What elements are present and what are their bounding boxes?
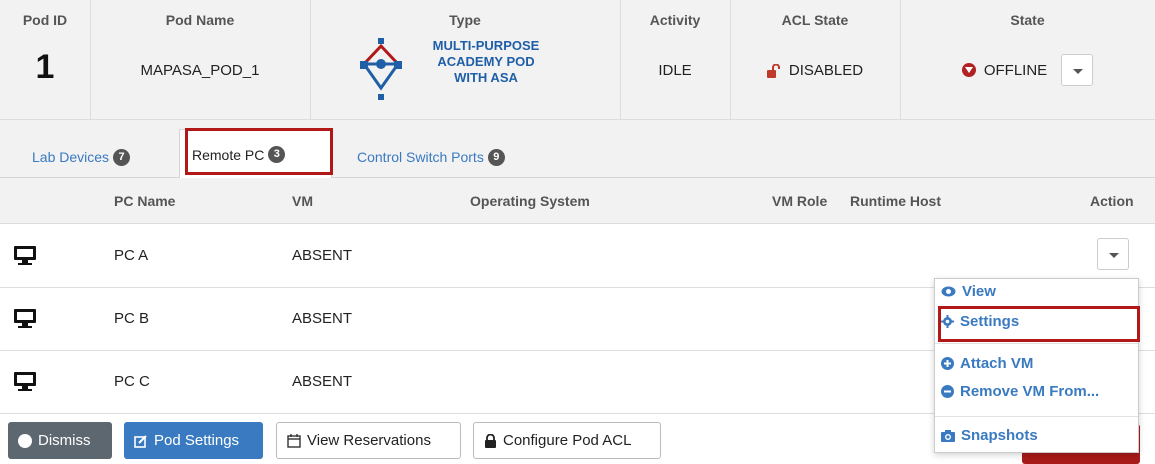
pod-settings-label: Pod Settings (154, 432, 240, 449)
menu-item-label: Snapshots (961, 427, 1038, 444)
pod-type-line: WITH ASA (454, 70, 518, 85)
vm-status: ABSENT (292, 310, 353, 327)
offline-icon (961, 63, 976, 77)
type-column: Type MULTI-PURPOSE ACADEMY POD WITH ASA (310, 0, 620, 120)
pod-type: MULTI-PURPOSE ACADEMY POD WITH ASA (360, 36, 570, 106)
tab-lab-devices[interactable]: Lab Devices 7 (20, 136, 142, 178)
desktop-icon (14, 246, 36, 266)
runtime-host-header: Runtime Host (850, 193, 941, 209)
minus-circle-icon (941, 385, 954, 398)
menu-item-view[interactable]: View (941, 283, 996, 300)
pod-id-column: Pod ID 1 (0, 0, 90, 120)
state-value: OFFLINE (961, 61, 1048, 79)
pc-name: PC B (114, 310, 150, 327)
settings-highlight-box (938, 306, 1140, 342)
configure-pod-acl-label: Configure Pod ACL (503, 432, 632, 449)
pc-table-header: PC Name VM Operating System VM Role Runt… (0, 178, 1155, 224)
pod-name-column: Pod Name MAPASA_POD_1 (90, 0, 310, 120)
unlock-icon (766, 63, 780, 78)
remote-pc-highlight-box (185, 128, 333, 175)
pc-name-header: PC Name (114, 193, 176, 209)
tab-control-switch-ports[interactable]: Control Switch Ports 9 (345, 136, 517, 178)
dismiss-button[interactable]: Dismiss (8, 422, 112, 459)
plus-circle-icon (941, 357, 954, 370)
acl-state-value: DISABLED (730, 62, 900, 82)
action-header: Action (1090, 193, 1134, 209)
pod-name-value: MAPASA_POD_1 (140, 62, 260, 79)
pc-name: PC A (114, 247, 149, 264)
calendar-icon (287, 433, 301, 448)
menu-item-remove-vm[interactable]: Remove VM From... (941, 383, 1099, 400)
tab-label: Lab Devices (32, 149, 110, 165)
view-reservations-label: View Reservations (307, 432, 431, 449)
desktop-icon (14, 372, 36, 392)
pod-id-header: Pod ID (22, 12, 68, 28)
menu-item-snapshots[interactable]: Snapshots (941, 427, 1038, 444)
type-header: Type (449, 12, 481, 28)
tab-count-badge: 7 (113, 148, 131, 166)
action-dropdown-menu: View Settings Attach VM Remove VM From..… (934, 278, 1139, 453)
menu-divider (935, 343, 1138, 344)
lock-icon (485, 433, 496, 448)
menu-item-attach-vm[interactable]: Attach VM (941, 355, 1033, 372)
state-header: State (1010, 12, 1045, 28)
pod-type-line: MULTI-PURPOSE (432, 38, 540, 53)
menu-item-label: Remove VM From... (960, 383, 1100, 400)
acl-state-column: ACL State DISABLED (730, 0, 900, 120)
pod-info-table: Pod ID 1 Pod Name MAPASA_POD_1 Type MULT… (0, 0, 1155, 120)
vm-status: ABSENT (292, 373, 353, 390)
vm-header: VM (292, 193, 313, 209)
eye-icon (941, 286, 956, 297)
menu-item-label: Attach VM (960, 355, 1034, 372)
activity-value: IDLE (658, 62, 692, 79)
pod-settings-button[interactable]: Pod Settings (124, 422, 263, 459)
tab-label: Control Switch Ports (357, 149, 484, 165)
edit-icon (134, 434, 147, 448)
menu-item-label: View (962, 283, 996, 300)
state-column: State OFFLINE (900, 0, 1155, 120)
circle-down-icon (18, 433, 32, 448)
menu-divider (935, 416, 1138, 417)
vm-status: ABSENT (292, 247, 353, 264)
tab-count-badge: 9 (487, 148, 505, 166)
acl-state-text: DISABLED (788, 62, 864, 79)
tab-bar: Lab Devices 7 Remote PC 3 Control Switch… (0, 120, 1155, 179)
view-reservations-button[interactable]: View Reservations (276, 422, 461, 459)
camera-icon (941, 429, 955, 442)
dismiss-label: Dismiss (38, 432, 91, 449)
activity-column: Activity IDLE (620, 0, 730, 120)
pod-type-logo-icon (360, 38, 402, 100)
vm-role-header: VM Role (772, 193, 828, 209)
desktop-icon (14, 309, 36, 329)
configure-pod-acl-button[interactable]: Configure Pod ACL (473, 422, 661, 459)
pod-type-line: ACADEMY POD (437, 54, 535, 69)
pod-id-value: 1 (35, 48, 55, 86)
pod-type-text: MULTI-PURPOSE ACADEMY POD WITH ASA (406, 38, 566, 86)
acl-state-header: ACL State (781, 12, 849, 28)
os-header: Operating System (470, 193, 590, 209)
activity-header: Activity (649, 12, 701, 28)
state-text: OFFLINE (983, 61, 1048, 79)
state-dropdown-button[interactable] (1061, 54, 1094, 86)
row-action-dropdown-button[interactable] (1097, 238, 1129, 270)
pc-name: PC C (114, 373, 150, 390)
pod-name-header: Pod Name (165, 12, 235, 28)
state-row: OFFLINE (900, 54, 1155, 86)
